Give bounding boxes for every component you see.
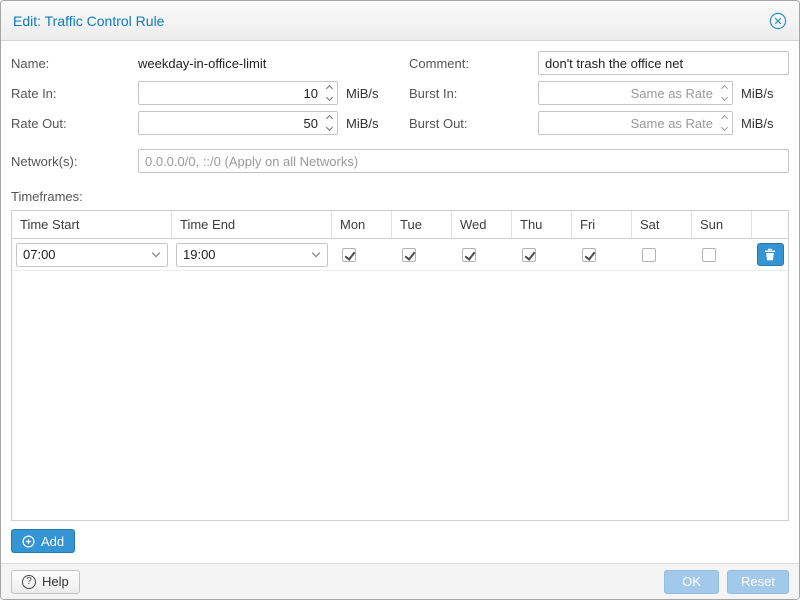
help-button-label: Help (42, 574, 69, 589)
rate-out-field (138, 111, 338, 135)
actions-cell (752, 239, 788, 270)
burst-in-label: Burst In: (409, 86, 538, 101)
sun-cell (692, 239, 752, 270)
rate-in-label: Rate In: (11, 86, 138, 101)
spinner-down-icon (720, 124, 727, 131)
question-icon (22, 575, 36, 589)
checkbox-thu[interactable] (522, 248, 536, 262)
burst-out-row: Burst Out: MiB/s (409, 111, 789, 135)
comment-input[interactable] (538, 51, 789, 75)
column-header-sat[interactable]: Sat (632, 211, 692, 238)
rate-out-unit: MiB/s (346, 116, 379, 131)
column-header-wed[interactable]: Wed (452, 211, 512, 238)
chevron-down-icon (152, 249, 160, 257)
column-header-tue[interactable]: Tue (392, 211, 452, 238)
checkbox-tue[interactable] (402, 248, 416, 262)
timeframes-grid: Time Start Time End Mon Tue Wed Thu Fri … (11, 210, 789, 521)
rate-in-input[interactable] (139, 82, 321, 104)
grid-empty-area (12, 271, 788, 520)
rate-in-unit: MiB/s (346, 86, 379, 101)
name-value: weekday-in-office-limit (138, 56, 266, 71)
rate-in-spinner[interactable] (321, 82, 337, 104)
column-header-time-end[interactable]: Time End (172, 211, 332, 238)
reset-button[interactable]: Reset (727, 570, 789, 594)
close-icon[interactable] (769, 12, 787, 30)
trash-icon (764, 248, 776, 261)
rate-out-row: Rate Out: MiB/s (11, 111, 409, 135)
fri-cell (572, 239, 632, 270)
checkbox-sun[interactable] (702, 248, 716, 262)
spinner-down-icon (720, 94, 727, 101)
dialog-body: Name: weekday-in-office-limit Rate In: M… (1, 41, 799, 563)
spinner-up-icon (720, 115, 727, 122)
burst-out-field (538, 111, 733, 135)
form-column-left: Name: weekday-in-office-limit Rate In: M… (11, 51, 409, 141)
column-header-time-start[interactable]: Time Start (12, 211, 172, 238)
burst-out-label: Burst Out: (409, 116, 538, 131)
mon-cell (332, 239, 392, 270)
column-header-mon[interactable]: Mon (332, 211, 392, 238)
burst-in-row: Burst In: MiB/s (409, 81, 789, 105)
form-columns: Name: weekday-in-office-limit Rate In: M… (11, 51, 789, 141)
wed-cell (452, 239, 512, 270)
networks-input[interactable] (138, 149, 789, 173)
sat-cell (632, 239, 692, 270)
add-row: Add (11, 529, 789, 553)
time-end-value: 19:00 (183, 247, 313, 262)
comment-row: Comment: (409, 51, 789, 75)
rate-in-field (138, 81, 338, 105)
checkbox-mon[interactable] (342, 248, 356, 262)
timeframe-row: 07:00 19:00 (12, 239, 788, 271)
dialog-header: Edit: Traffic Control Rule (1, 1, 799, 41)
edit-traffic-control-rule-dialog: Edit: Traffic Control Rule Name: weekday… (0, 0, 800, 600)
time-end-cell: 19:00 (172, 239, 332, 270)
spinner-up-icon (720, 85, 727, 92)
time-start-value: 07:00 (23, 247, 153, 262)
form-column-right: Comment: Burst In: MiB/s Burst (409, 51, 789, 141)
column-header-thu[interactable]: Thu (512, 211, 572, 238)
dialog-title: Edit: Traffic Control Rule (13, 13, 164, 29)
burst-in-spinner[interactable] (716, 82, 732, 104)
column-header-sun[interactable]: Sun (692, 211, 752, 238)
thu-cell (512, 239, 572, 270)
column-header-actions (752, 211, 788, 238)
column-header-fri[interactable]: Fri (572, 211, 632, 238)
spinner-down-icon (325, 124, 332, 131)
spinner-down-icon (325, 94, 332, 101)
rate-out-label: Rate Out: (11, 116, 138, 131)
add-button-label: Add (41, 534, 64, 549)
checkbox-fri[interactable] (582, 248, 596, 262)
add-button[interactable]: Add (11, 529, 75, 553)
checkbox-sat[interactable] (642, 248, 656, 262)
burst-in-unit: MiB/s (741, 86, 774, 101)
grid-header: Time Start Time End Mon Tue Wed Thu Fri … (12, 211, 788, 239)
rate-out-spinner[interactable] (321, 112, 337, 134)
checkbox-wed[interactable] (462, 248, 476, 262)
time-start-cell: 07:00 (12, 239, 172, 270)
time-end-select[interactable]: 19:00 (176, 243, 328, 267)
spinner-up-icon (325, 115, 332, 122)
spinner-up-icon (325, 85, 332, 92)
burst-out-input[interactable] (539, 112, 716, 134)
burst-out-spinner[interactable] (716, 112, 732, 134)
help-button[interactable]: Help (11, 570, 80, 594)
networks-label: Network(s): (11, 154, 138, 169)
chevron-down-icon (312, 249, 320, 257)
rate-in-row: Rate In: MiB/s (11, 81, 409, 105)
time-start-select[interactable]: 07:00 (16, 243, 168, 267)
networks-row: Network(s): (11, 149, 789, 173)
rate-out-input[interactable] (139, 112, 321, 134)
burst-in-field (538, 81, 733, 105)
ok-button[interactable]: OK (664, 570, 719, 594)
name-row: Name: weekday-in-office-limit (11, 51, 409, 75)
burst-in-input[interactable] (539, 82, 716, 104)
comment-label: Comment: (409, 56, 538, 71)
name-label: Name: (11, 56, 138, 71)
delete-row-button[interactable] (757, 243, 784, 266)
plus-icon (22, 535, 35, 548)
timeframes-label: Timeframes: (11, 189, 789, 204)
dialog-footer: Help OK Reset (1, 563, 799, 599)
tue-cell (392, 239, 452, 270)
burst-out-unit: MiB/s (741, 116, 774, 131)
